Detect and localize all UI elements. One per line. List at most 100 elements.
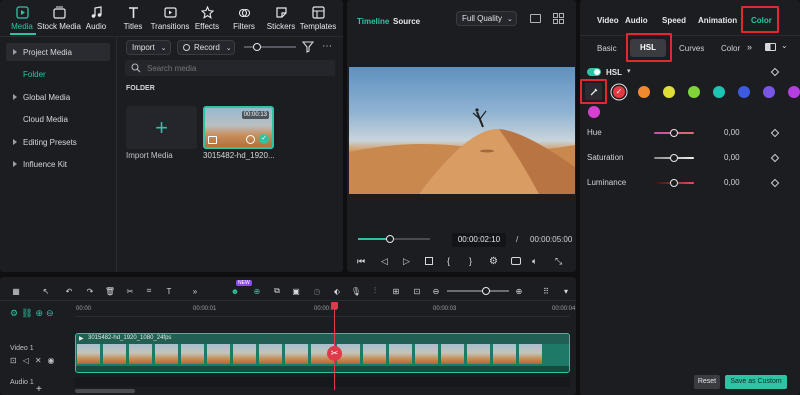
timeline-zoom-knob[interactable] <box>482 287 490 295</box>
microphone-icon[interactable]: 🎙︎ <box>350 285 362 297</box>
ai-tool-icon[interactable]: ⊕ <box>251 285 263 297</box>
hsl-dropdown-arrow-icon[interactable]: ▾ <box>627 67 631 75</box>
zoom-slider-knob[interactable] <box>253 43 261 51</box>
tab-animation[interactable]: Animation <box>698 16 737 25</box>
subtab-basic[interactable]: Basic <box>597 44 617 53</box>
slider-knob-hue[interactable] <box>670 129 678 137</box>
zoom-out-icon[interactable]: ⊖ <box>430 285 442 297</box>
tab-speed[interactable]: Speed <box>662 16 686 25</box>
timeline-grid-icon[interactable]: ⠿ <box>540 285 552 297</box>
ai-mate-icon[interactable]: ☻ <box>229 285 241 297</box>
timeline-scrollbar[interactable] <box>75 389 135 393</box>
color-swatch[interactable] <box>763 86 775 98</box>
subtab-color[interactable]: Color <box>721 44 740 53</box>
zoom-slider[interactable] <box>244 46 296 48</box>
media-clip-thumbnail[interactable]: 00:00:13 ✓ <box>203 106 274 149</box>
snapshot-icon[interactable]: ⊡ <box>411 285 423 297</box>
color-swatch[interactable] <box>713 86 725 98</box>
voiceover-icon[interactable]: ⊞ <box>390 285 402 297</box>
toolbar-stock-media[interactable]: Stock Media <box>37 6 81 34</box>
marker-icon[interactable]: ⬖ <box>331 285 343 297</box>
sidebar-item-cloud-media[interactable]: Cloud Media <box>6 110 110 128</box>
add-track-icon[interactable]: + <box>36 384 42 395</box>
sidebar-item-editing-presets[interactable]: Editing Presets <box>6 133 110 151</box>
timeline-menu-icon[interactable]: ▾ <box>560 285 572 297</box>
render-settings-icon[interactable]: ⚙ <box>489 256 498 267</box>
import-media-tile[interactable]: + <box>126 106 197 149</box>
hsl-toggle[interactable] <box>587 68 601 76</box>
sidebar-item-project-media[interactable]: Project Media <box>6 43 110 61</box>
toolbar-templates[interactable]: Templates <box>300 6 336 34</box>
slider-value-hue[interactable]: 0,00 <box>724 128 740 137</box>
layout-grid-icon[interactable]: ▦ <box>10 285 22 297</box>
color-swatch[interactable] <box>588 106 600 118</box>
prev-frame-icon[interactable]: ⏮ <box>357 256 365 267</box>
speed-icon[interactable]: ◷ <box>311 285 323 297</box>
import-dropdown[interactable]: Import ⌄ <box>126 40 171 55</box>
color-swatch[interactable] <box>638 86 650 98</box>
video-preview[interactable] <box>349 67 575 194</box>
timeline-zoom-slider[interactable] <box>447 290 509 292</box>
subtab-curves[interactable]: Curves <box>679 44 704 53</box>
more-tabs-icon[interactable]: » <box>747 42 752 52</box>
delete-icon[interactable]: 🗑︎ <box>104 285 116 297</box>
play-icon[interactable]: ▷ <box>403 256 410 267</box>
split-marker-icon[interactable]: ✂ <box>327 346 342 361</box>
select-tool-icon[interactable]: ↖ <box>40 285 52 297</box>
playhead-handle[interactable] <box>331 302 338 309</box>
chevron-down-icon[interactable]: ⌄ <box>781 41 788 50</box>
undo-icon[interactable]: ↶ <box>63 285 75 297</box>
more-tools-icon[interactable]: » <box>189 285 201 297</box>
auto-reframe-icon[interactable]: ⧉ <box>271 285 283 297</box>
camera-snapshot-icon[interactable] <box>511 257 521 265</box>
text-icon[interactable]: T <box>163 285 175 297</box>
mark-in-icon[interactable]: { <box>447 256 450 266</box>
sidebar-item-folder[interactable]: Folder <box>6 65 110 83</box>
redo-icon[interactable]: ↷ <box>84 285 96 297</box>
toolbar-audio[interactable]: Audio <box>78 6 114 34</box>
audio-mixer-icon[interactable]: ⫶ <box>369 285 381 297</box>
color-swatch[interactable] <box>788 86 800 98</box>
toolbar-media[interactable]: Media <box>4 6 40 34</box>
sidebar-item-influence-kit[interactable]: Influence Kit <box>6 155 110 173</box>
toolbar-titles[interactable]: Titles <box>115 6 151 34</box>
snapshot-grid-icon[interactable] <box>530 14 541 23</box>
filter-icon[interactable] <box>301 40 315 53</box>
toolbar-filters[interactable]: Filters <box>226 6 262 34</box>
color-swatch[interactable] <box>738 86 750 98</box>
search-box[interactable] <box>125 60 335 76</box>
quality-dropdown[interactable]: Full Quality ⌄ <box>456 11 517 26</box>
tab-audio[interactable]: Audio <box>625 16 648 25</box>
crop-icon[interactable]: ⌗ <box>143 285 155 297</box>
color-swatch[interactable] <box>688 86 700 98</box>
tab-video[interactable]: Video <box>597 16 619 25</box>
slider-value-luminance[interactable]: 0,00 <box>724 178 740 187</box>
stop-icon[interactable] <box>425 257 433 265</box>
slider-value-saturation[interactable]: 0,00 <box>724 153 740 162</box>
reset-button[interactable]: Reset <box>694 375 720 389</box>
compare-view-icon[interactable] <box>765 43 776 51</box>
clip-preview-icon[interactable] <box>246 135 255 144</box>
save-as-custom-button[interactable]: Save as Custom <box>725 375 787 389</box>
slider-knob-saturation[interactable] <box>670 154 678 162</box>
transition-tool-icon[interactable]: ▣ <box>290 285 302 297</box>
search-input[interactable] <box>147 63 327 73</box>
color-swatch[interactable] <box>663 86 675 98</box>
sidebar-item-global-media[interactable]: Global Media <box>6 88 110 106</box>
fullscreen-icon[interactable]: ⤡ <box>555 256 562 267</box>
more-options-icon[interactable]: ⋯ <box>322 41 332 52</box>
tab-source[interactable]: Source <box>393 17 420 26</box>
volume-icon[interactable]: 🔈︎ <box>532 256 537 267</box>
toolbar-effects[interactable]: Effects <box>189 6 225 34</box>
slider-knob-luminance[interactable] <box>670 179 678 187</box>
record-dropdown[interactable]: Record ⌄ <box>177 40 235 55</box>
toolbar-stickers[interactable]: Stickers <box>263 6 299 34</box>
mark-out-icon[interactable]: } <box>469 256 472 266</box>
display-settings-icon[interactable] <box>553 13 564 24</box>
color-swatch[interactable]: ✓ <box>613 86 625 98</box>
tab-timeline[interactable]: Timeline <box>357 17 389 26</box>
split-icon[interactable]: ✂ <box>124 285 136 297</box>
zoom-in-icon[interactable]: ⊕ <box>513 285 525 297</box>
toolbar-transitions[interactable]: Transitions <box>151 6 189 34</box>
play-backward-icon[interactable]: ◁ <box>381 256 388 267</box>
